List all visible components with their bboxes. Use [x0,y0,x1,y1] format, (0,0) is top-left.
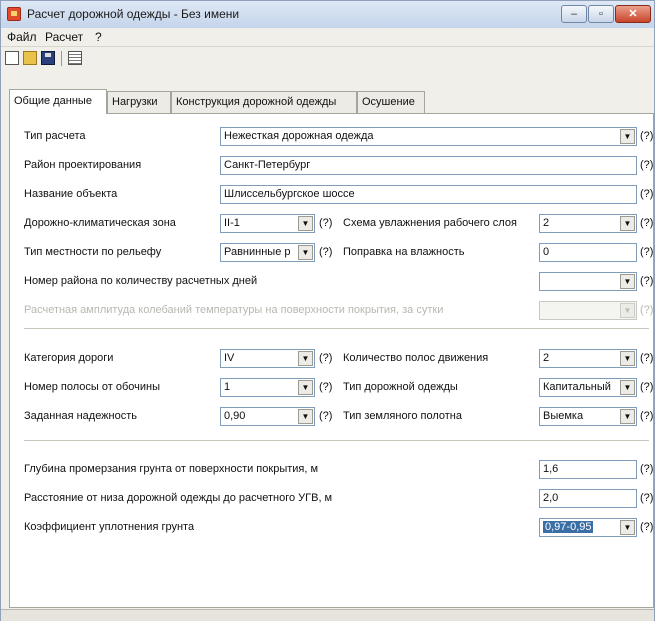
climate-zone-label: Дорожно-климатическая зона [24,217,176,229]
chevron-down-icon[interactable]: ▼ [298,245,313,260]
menu-calculation[interactable]: Расчет [45,30,83,44]
subgrade-type-help[interactable]: (?) [640,410,653,422]
moisture-correction-label: Поправка на влажность [343,246,465,258]
reliability-help[interactable]: (?) [319,410,332,422]
frost-depth-input[interactable]: 1,6 [539,460,637,479]
terrain-help[interactable]: (?) [319,246,332,258]
tab-general[interactable]: Общие данные [9,89,107,114]
pavement-type-select[interactable]: Капитальный ▼ [539,378,637,397]
chevron-down-icon[interactable]: ▼ [620,274,635,289]
chevron-down-icon[interactable]: ▼ [298,409,313,424]
road-category-label: Категория дороги [24,352,114,364]
open-folder-icon[interactable] [23,51,37,65]
reliability-label: Заданная надежность [24,410,138,422]
tab-pavement-structure[interactable]: Конструкция дорожной одежды [171,91,357,113]
region-input[interactable]: Санкт-Петербург [220,156,637,175]
app-icon [7,7,21,21]
chevron-down-icon[interactable]: ▼ [298,380,313,395]
section-divider [24,328,649,330]
chevron-down-icon[interactable]: ▼ [298,216,313,231]
road-category-help[interactable]: (?) [319,352,332,364]
moisture-correction-help[interactable]: (?) [640,246,653,258]
subgrade-type-select[interactable]: Выемка ▼ [539,407,637,426]
chevron-down-icon: ▼ [620,303,635,318]
general-data-panel: Тип расчета Нежесткая дорожная одежда ▼ … [9,113,654,608]
compaction-help[interactable]: (?) [640,521,653,533]
pavement-type-help[interactable]: (?) [640,381,653,393]
lanes-label: Количество полос движения [343,352,489,364]
chevron-down-icon[interactable]: ▼ [620,520,635,535]
compaction-select[interactable]: 0,97-0,95 ▼ [539,518,637,537]
gwl-distance-input[interactable]: 2,0 [539,489,637,508]
terrain-select[interactable]: Равнинные р ▼ [220,243,315,262]
moisture-correction-input[interactable]: 0 [539,243,637,262]
lanes-select[interactable]: 2 ▼ [539,349,637,368]
moisture-scheme-label: Схема увлажнения рабочего слоя [343,217,517,229]
toolbar-separator [61,51,62,66]
region-days-label: Номер района по количеству расчетных дне… [24,275,258,287]
climate-zone-help[interactable]: (?) [319,217,332,229]
frost-depth-label: Глубина промерзания грунта от поверхност… [24,463,319,475]
close-button[interactable]: ✕ [615,5,651,23]
chevron-down-icon[interactable]: ▼ [620,216,635,231]
chevron-down-icon[interactable]: ▼ [620,409,635,424]
lane-number-label: Номер полосы от обочины [24,381,160,393]
region-days-help[interactable]: (?) [640,275,653,287]
region-days-select[interactable]: ▼ [539,272,637,291]
road-category-select[interactable]: IV ▼ [220,349,315,368]
object-name-input[interactable]: Шлиссельбургское шоссе [220,185,637,204]
title-bar: Расчет дорожной одежды - Без имени ‒ ▫ ✕ [1,1,654,29]
maximize-button[interactable]: ▫ [588,5,614,23]
tab-drainage[interactable]: Осушение [357,91,425,113]
menu-bar: Файл Расчет ? [1,28,654,46]
chevron-down-icon[interactable]: ▼ [620,380,635,395]
calc-type-select[interactable]: Нежесткая дорожная одежда ▼ [220,127,637,146]
chevron-down-icon[interactable]: ▼ [298,351,313,366]
calc-type-help[interactable]: (?) [640,130,653,142]
report-list-icon[interactable] [68,51,82,65]
save-disk-icon[interactable] [41,51,55,65]
gwl-distance-label: Расстояние от низа дорожной одежды до ра… [24,492,333,504]
menu-help[interactable]: ? [95,30,102,44]
minimize-button[interactable]: ‒ [561,5,587,23]
climate-zone-select[interactable]: II-1 ▼ [220,214,315,233]
status-bar [1,609,654,621]
region-label: Район проектирования [24,159,142,171]
moisture-scheme-select[interactable]: 2 ▼ [539,214,637,233]
object-name-help[interactable]: (?) [640,188,653,200]
gwl-distance-help[interactable]: (?) [640,492,653,504]
chevron-down-icon[interactable]: ▼ [620,129,635,144]
compaction-label: Коэффициент уплотнения грунта [24,521,195,533]
window-title: Расчет дорожной одежды - Без имени [27,7,240,21]
chevron-down-icon[interactable]: ▼ [620,351,635,366]
lane-number-select[interactable]: 1 ▼ [220,378,315,397]
region-help[interactable]: (?) [640,159,653,171]
subgrade-type-label: Тип земляного полотна [343,410,462,422]
calc-type-label: Тип расчета [24,130,86,142]
pavement-type-label: Тип дорожной одежды [343,381,458,393]
section-divider [24,440,649,442]
reliability-select[interactable]: 0,90 ▼ [220,407,315,426]
object-name-label: Название объекта [24,188,118,200]
temp-amplitude-select: ▼ [539,301,637,320]
toolbar [1,46,654,69]
terrain-label: Тип местности по рельефу [24,246,162,258]
tab-loads[interactable]: Нагрузки [107,91,171,113]
frost-depth-help[interactable]: (?) [640,463,653,475]
app-window: Расчет дорожной одежды - Без имени ‒ ▫ ✕… [0,0,655,621]
new-file-icon[interactable] [5,51,19,65]
lane-number-help[interactable]: (?) [319,381,332,393]
temp-amplitude-help: (?) [640,304,654,316]
lanes-help[interactable]: (?) [640,352,653,364]
temp-amplitude-label: Расчетная амплитуда колебаний температур… [24,304,444,316]
moisture-scheme-help[interactable]: (?) [640,217,653,229]
menu-file[interactable]: Файл [7,30,37,44]
